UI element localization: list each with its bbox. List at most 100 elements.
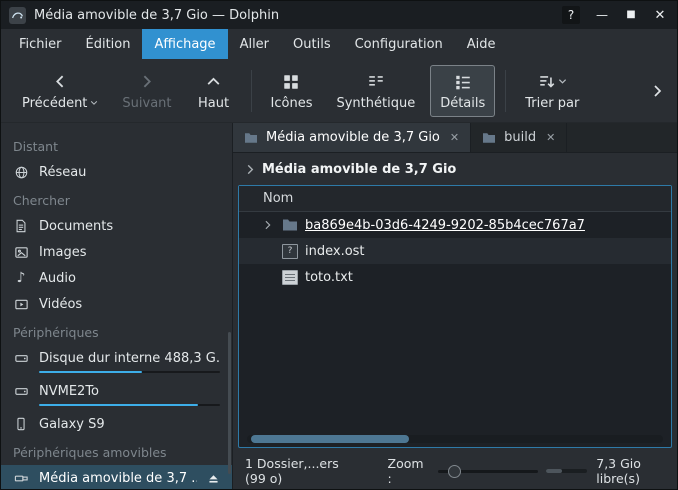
maximize-button[interactable]: ■ — [624, 10, 638, 20]
usb-drive-icon — [13, 470, 29, 486]
file-row-index-ost[interactable]: ? index.ost — [239, 238, 671, 264]
menu-configuration[interactable]: Configuration — [343, 29, 455, 59]
video-icon — [13, 296, 29, 312]
menu-affichage[interactable]: Affichage — [142, 29, 227, 59]
free-space-label: 7,3 Gio libre(s) — [596, 456, 665, 486]
sidebar-item-videos[interactable]: Vidéos — [1, 291, 232, 317]
places-section-amovibles: Périphériques amovibles — [1, 437, 232, 465]
close-icon[interactable]: ✕ — [448, 131, 459, 144]
dolphin-app-icon — [9, 7, 26, 24]
file-name: toto.txt — [305, 270, 353, 285]
network-icon — [13, 164, 29, 180]
menubar: Fichier Édition Affichage Aller Outils C… — [1, 29, 677, 59]
file-view[interactable]: Nom ba869e4b-03d6-4249-9202-85b4cec767a7… — [238, 185, 672, 448]
back-label: Précédent — [22, 96, 87, 111]
free-space-bar — [546, 469, 588, 473]
chevron-down-icon — [90, 100, 98, 106]
tab-label: Média amovible de 3,7 Gio — [266, 130, 440, 145]
sidebar-item-media-amovible[interactable]: Média amovible de 3,7 ... — [1, 465, 232, 489]
view-icons-button[interactable]: Icônes — [262, 66, 322, 116]
folder-icon — [244, 132, 258, 144]
column-header-nom[interactable]: Nom — [239, 186, 671, 212]
horizontal-scrollbar-thumb[interactable] — [251, 435, 409, 443]
window-body: Distant Réseau Chercher Documents — [1, 123, 677, 489]
grid-view-icon — [282, 72, 300, 92]
sidebar-item-galaxy-s9[interactable]: Galaxy S9 — [1, 411, 232, 437]
view-details-label: Détails — [440, 96, 485, 111]
disk-usage-bar — [39, 371, 220, 373]
zoom-label: Zoom : — [388, 456, 430, 486]
zoom-slider[interactable] — [438, 464, 537, 479]
breadcrumb[interactable]: Média amovible de 3,7 Gio — [233, 153, 677, 185]
tab-media-amovible[interactable]: Média amovible de 3,7 Gio ✕ — [233, 123, 471, 152]
menu-edition[interactable]: Édition — [74, 29, 143, 59]
forward-button[interactable]: Suivant — [113, 66, 180, 116]
folder-icon — [482, 132, 496, 144]
close-button[interactable]: ✕ — [653, 9, 667, 22]
places-section-peripheriques: Périphériques — [1, 317, 232, 345]
document-icon — [13, 218, 29, 234]
menu-fichier[interactable]: Fichier — [7, 29, 74, 59]
place-label: Images — [39, 245, 87, 260]
sidebar-item-images[interactable]: Images — [1, 239, 232, 265]
places-section-chercher: Chercher — [1, 185, 232, 213]
up-button[interactable]: Haut — [187, 66, 241, 116]
menu-aller[interactable]: Aller — [228, 29, 281, 59]
file-row-toto-txt[interactable]: toto.txt — [239, 264, 671, 290]
details-view-icon — [454, 72, 472, 92]
place-label: Réseau — [39, 165, 86, 180]
compact-view-icon — [367, 72, 385, 92]
file-row-folder[interactable]: ba869e4b-03d6-4249-9202-85b4cec767a7 — [239, 212, 671, 238]
chevron-up-icon — [205, 72, 222, 92]
place-label: Vidéos — [39, 297, 82, 312]
window-title: Média amovible de 3,7 Gio — Dolphin — [34, 8, 279, 23]
view-icons-label: Icônes — [271, 96, 313, 111]
toolbar-separator — [251, 70, 252, 112]
close-icon[interactable]: ✕ — [544, 131, 555, 144]
help-button[interactable]: ? — [562, 6, 580, 24]
expand-chevron-icon[interactable] — [261, 220, 275, 230]
menu-outils[interactable]: Outils — [281, 29, 343, 59]
forward-label: Suivant — [122, 96, 171, 111]
toolbar: Précédent Suivant Haut Icônes — [1, 59, 677, 123]
folder-icon — [282, 217, 298, 233]
place-label: Audio — [39, 271, 76, 286]
up-label: Haut — [198, 96, 229, 111]
audio-icon: ♪ — [13, 270, 29, 286]
sidebar-item-audio[interactable]: ♪ Audio — [1, 265, 232, 291]
place-label: Documents — [39, 219, 113, 234]
view-details-button[interactable]: Détails — [430, 65, 495, 117]
breadcrumb-current[interactable]: Média amovible de 3,7 Gio — [262, 162, 456, 177]
sidebar-item-documents[interactable]: Documents — [1, 213, 232, 239]
tab-build[interactable]: build ✕ — [471, 123, 567, 152]
sidebar-item-reseau[interactable]: Réseau — [1, 159, 232, 185]
disk-usage-bar — [39, 404, 220, 406]
view-compact-button[interactable]: Synthétique — [327, 66, 424, 116]
zoom-slider-handle[interactable] — [448, 465, 461, 478]
place-label: Galaxy S9 — [39, 417, 105, 432]
file-name: ba869e4b-03d6-4249-9202-85b4cec767a7 — [305, 218, 585, 233]
titlebar[interactable]: Média amovible de 3,7 Gio — Dolphin ? — … — [1, 1, 677, 29]
dolphin-window: Média amovible de 3,7 Gio — Dolphin ? — … — [0, 0, 678, 490]
place-label: NVME2To — [39, 384, 99, 399]
chevron-left-icon — [52, 72, 69, 92]
selection-summary: 1 Dossier,...ers (99 o) — [245, 456, 348, 486]
unknown-file-icon: ? — [282, 244, 298, 259]
menu-aide[interactable]: Aide — [455, 29, 508, 59]
image-icon — [13, 244, 29, 260]
sidebar-item-disque-dur-interne[interactable]: Disque dur interne 488,3 G... — [1, 345, 232, 378]
horizontal-scrollbar[interactable] — [247, 435, 663, 443]
chevron-down-icon — [558, 78, 567, 85]
sort-by-label: Trier par — [525, 96, 579, 111]
toolbar-separator — [505, 70, 506, 112]
view-compact-label: Synthétique — [336, 96, 415, 111]
status-bar: 1 Dossier,...ers (99 o) Zoom : 7,3 Gio l… — [233, 453, 677, 489]
back-button[interactable]: Précédent — [13, 66, 107, 116]
toolbar-overflow-button[interactable] — [649, 83, 665, 99]
eject-icon[interactable] — [207, 472, 220, 485]
minimize-button[interactable]: — — [595, 9, 609, 21]
sidebar-item-nvme2to[interactable]: NVME2To — [1, 378, 232, 411]
sidebar-scrollbar[interactable] — [228, 332, 231, 475]
places-section-distant: Distant — [1, 131, 232, 159]
sort-by-button[interactable]: Trier par — [516, 66, 588, 116]
